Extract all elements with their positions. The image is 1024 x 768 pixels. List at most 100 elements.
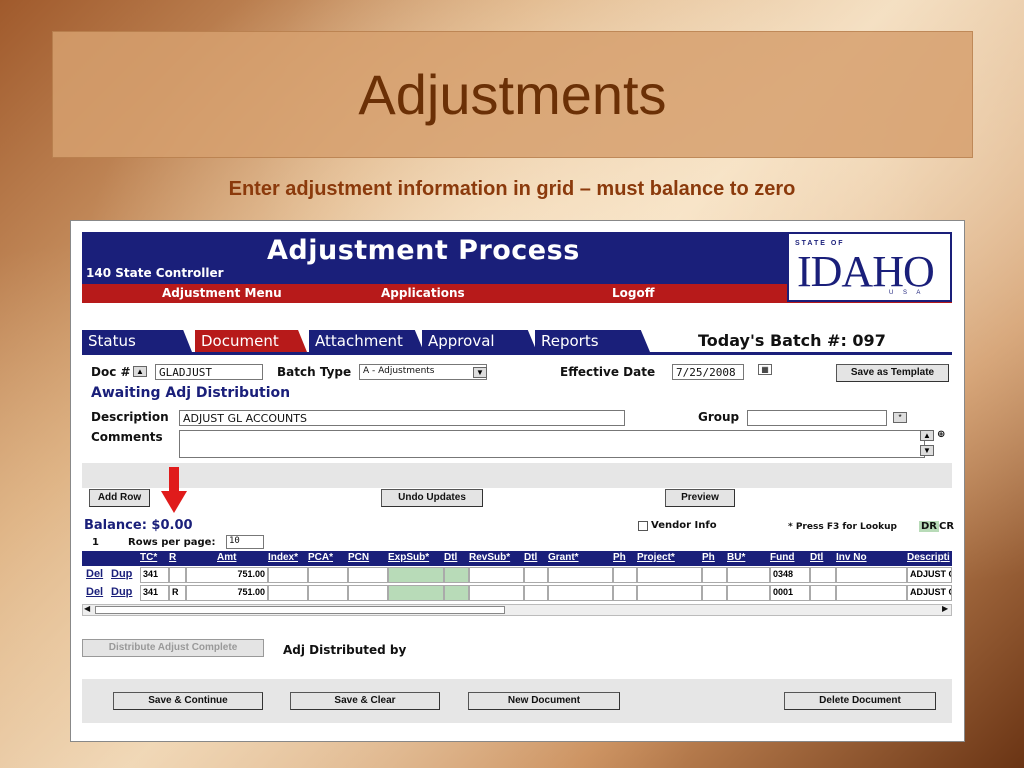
tab-attachment[interactable]: Attachment (309, 330, 424, 352)
doc-number-field[interactable]: GLADJUST (155, 364, 263, 380)
batch-type-select[interactable]: A - Adjustments (359, 364, 487, 380)
inv-no-cell[interactable] (836, 585, 907, 601)
tc-cell[interactable]: 341 (140, 567, 169, 583)
vendor-info-checkbox[interactable] (638, 521, 648, 531)
col-fund[interactable]: Fund (770, 552, 794, 563)
scroll-up-icon[interactable]: ▲ (920, 430, 934, 441)
col-project[interactable]: Project* (637, 552, 675, 563)
duplicate-row-link[interactable]: Dup (111, 568, 132, 580)
amt-cell[interactable]: 751.00 (186, 567, 268, 583)
grant-cell[interactable] (548, 585, 613, 601)
grant-ph-cell[interactable] (613, 567, 637, 583)
bu-cell[interactable] (727, 567, 770, 583)
save-clear-button[interactable]: Save & Clear (290, 692, 440, 710)
menu-adjustment[interactable]: Adjustment Menu (162, 286, 282, 300)
scroll-left-icon[interactable]: ◀ (84, 604, 90, 613)
col-grant-ph[interactable]: Ph (613, 552, 626, 563)
save-continue-button[interactable]: Save & Continue (113, 692, 263, 710)
col-revsub[interactable]: RevSub* (469, 552, 510, 563)
delete-row-link[interactable]: Del (86, 586, 103, 598)
comments-field[interactable] (179, 430, 925, 458)
group-lookup-button[interactable]: * (893, 412, 907, 423)
page-number[interactable]: 1 (92, 537, 99, 548)
r-cell[interactable] (169, 567, 186, 583)
delete-document-button[interactable]: Delete Document (784, 692, 936, 710)
project-ph-cell[interactable] (702, 585, 727, 601)
description-cell[interactable]: ADJUST G (907, 585, 952, 601)
scroll-right-icon[interactable]: ▶ (942, 604, 948, 613)
pca-cell[interactable] (308, 585, 348, 601)
col-rev-dtl[interactable]: Dtl (524, 552, 537, 563)
pcn-cell[interactable] (348, 567, 388, 583)
calendar-icon[interactable]: ▦ (758, 364, 772, 375)
index-cell[interactable] (268, 567, 308, 583)
logo-usa: U S A (889, 290, 925, 296)
scroll-down-icon[interactable]: ▼ (920, 445, 934, 456)
col-bu[interactable]: BU* (727, 552, 745, 563)
fund-cell[interactable]: 0001 (770, 585, 810, 601)
tab-status[interactable]: Status (82, 330, 192, 352)
group-field[interactable] (747, 410, 887, 426)
inv-no-cell[interactable] (836, 567, 907, 583)
description-field[interactable]: ADJUST GL ACCOUNTS (179, 410, 625, 426)
project-cell[interactable] (637, 567, 702, 583)
exp-dtl-cell[interactable] (444, 567, 469, 583)
fund-cell[interactable]: 0348 (770, 567, 810, 583)
grant-ph-cell[interactable] (613, 585, 637, 601)
project-ph-cell[interactable] (702, 567, 727, 583)
undo-updates-button[interactable]: Undo Updates (381, 489, 483, 507)
col-exp-dtl[interactable]: Dtl (444, 552, 457, 563)
fund-dtl-cell[interactable] (810, 567, 836, 583)
org-name: 140 State Controller (86, 266, 224, 280)
col-r[interactable]: R (169, 552, 176, 563)
save-as-template-button[interactable]: Save as Template (836, 364, 949, 382)
col-project-ph[interactable]: Ph (702, 552, 715, 563)
col-inv-no[interactable]: Inv No (836, 552, 867, 563)
col-grant[interactable]: Grant* (548, 552, 579, 563)
expsub-cell[interactable] (388, 567, 444, 583)
tab-approval[interactable]: Approval (422, 330, 537, 352)
rev-dtl-cell[interactable] (524, 567, 548, 583)
doc-lookup-button[interactable]: ▲ (133, 366, 147, 377)
expsub-cell[interactable] (388, 585, 444, 601)
project-cell[interactable] (637, 585, 702, 601)
tab-document[interactable]: Document (195, 330, 307, 352)
r-cell[interactable]: R (169, 585, 186, 601)
description-cell[interactable]: ADJUST G (907, 567, 952, 583)
tc-cell[interactable]: 341 (140, 585, 169, 601)
distribute-adjust-complete-button[interactable]: Distribute Adjust Complete (82, 639, 264, 657)
exp-dtl-cell[interactable] (444, 585, 469, 601)
rows-per-page-field[interactable]: 10 (226, 535, 264, 549)
scrollbar-thumb[interactable] (95, 606, 505, 614)
expand-icon[interactable]: ⊕ (937, 429, 945, 440)
col-pca[interactable]: PCA* (308, 552, 333, 563)
new-document-button[interactable]: New Document (468, 692, 620, 710)
fund-dtl-cell[interactable] (810, 585, 836, 601)
bu-cell[interactable] (727, 585, 770, 601)
delete-row-link[interactable]: Del (86, 568, 103, 580)
pca-cell[interactable] (308, 567, 348, 583)
col-amt[interactable]: Amt (217, 552, 236, 563)
col-fund-dtl[interactable]: Dtl (810, 552, 823, 563)
chevron-down-icon[interactable]: ▼ (473, 367, 487, 378)
preview-button[interactable]: Preview (665, 489, 735, 507)
revsub-cell[interactable] (469, 585, 524, 601)
col-index[interactable]: Index* (268, 552, 298, 563)
menu-applications[interactable]: Applications (381, 286, 465, 300)
menu-logoff[interactable]: Logoff (612, 286, 654, 300)
pcn-cell[interactable] (348, 585, 388, 601)
col-description[interactable]: Descripti (907, 552, 950, 563)
col-pcn[interactable]: PCN (348, 552, 369, 563)
grid-horizontal-scrollbar[interactable]: ◀ ▶ (82, 604, 952, 616)
effective-date-field[interactable]: 7/25/2008 (672, 364, 744, 380)
col-tc[interactable]: TC* (140, 552, 157, 563)
amt-cell[interactable]: 751.00 (186, 585, 268, 601)
index-cell[interactable] (268, 585, 308, 601)
revsub-cell[interactable] (469, 567, 524, 583)
duplicate-row-link[interactable]: Dup (111, 586, 132, 598)
tab-reports[interactable]: Reports (535, 330, 650, 352)
grant-cell[interactable] (548, 567, 613, 583)
col-expsub[interactable]: ExpSub* (388, 552, 429, 563)
add-row-button[interactable]: Add Row (89, 489, 150, 507)
rev-dtl-cell[interactable] (524, 585, 548, 601)
